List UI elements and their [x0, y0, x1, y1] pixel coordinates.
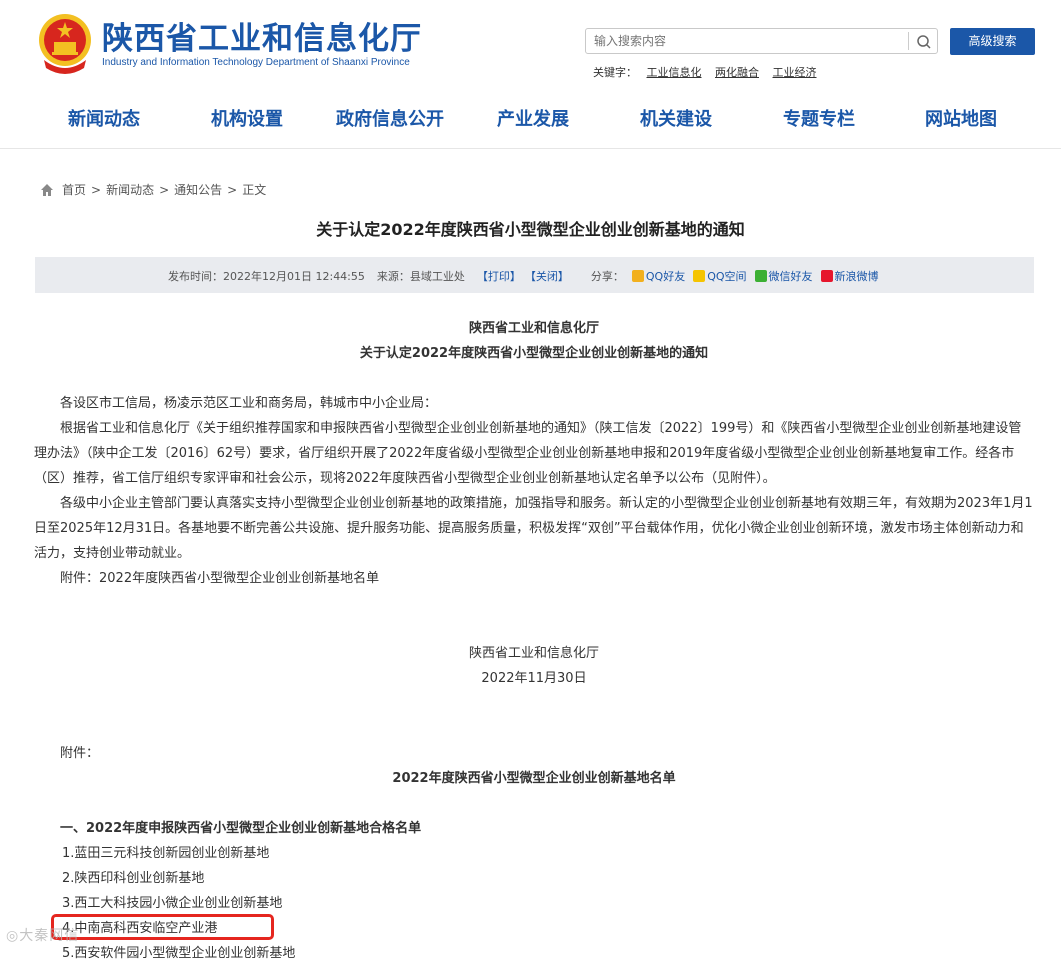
keywords-row: 关键字： 工业信息化 两化融合 工业经济 [593, 64, 827, 80]
breadcrumb-separator: > [159, 182, 170, 197]
highlight-annotation [51, 914, 274, 940]
nav-item-gov-info[interactable]: 政府信息公开 [336, 105, 444, 131]
close-link[interactable]: 【关闭】 [525, 268, 569, 284]
site-title[interactable]: 陕西省工业和信息化厅 [102, 13, 422, 58]
print-link[interactable]: 【打印】 [477, 268, 521, 284]
search-icon[interactable] [916, 34, 932, 50]
article-meta-bar: 发布时间： 2022年12月01日 12:44:55 来源： 县域工业处 【打印… [35, 257, 1034, 293]
breadcrumb-notices[interactable]: 通知公告 [174, 181, 222, 198]
advanced-search-button[interactable]: 高级搜索 [950, 28, 1035, 55]
breadcrumb-separator: > [91, 182, 102, 197]
breadcrumb: 首页 > 新闻动态 > 通知公告 > 正文 [40, 181, 266, 198]
source-value: 县域工业处 [409, 270, 465, 283]
keyword-link[interactable]: 工业经济 [773, 66, 817, 79]
wechat-icon [754, 270, 767, 282]
site-header: 陕西省工业和信息化厅 Industry and Information Tech… [0, 0, 1061, 149]
source-label: 来源： [376, 270, 410, 283]
nav-item-party-building[interactable]: 机关建设 [640, 105, 712, 131]
share-qzone[interactable]: QQ空间 [693, 268, 747, 284]
keywords-label: 关键字： [593, 66, 637, 79]
watermark: ◎大秦网信 [6, 928, 80, 944]
keyword-link[interactable]: 工业信息化 [647, 66, 702, 79]
share-qzone-label: QQ空间 [707, 270, 747, 283]
breadcrumb-home[interactable]: 首页 [62, 181, 86, 198]
section1-title: 一、2022年度申报陕西省小型微型企业创业创新基地合格名单 [60, 821, 422, 836]
nav-item-organization[interactable]: 机构设置 [211, 105, 283, 131]
body-salutation: 各设区市工信局，杨凌示范区工业和商务局，韩城市中小企业局： [60, 396, 438, 411]
breadcrumb-news[interactable]: 新闻动态 [106, 181, 154, 198]
main-nav: 新闻动态 机构设置 政府信息公开 产业发展 机关建设 专题专栏 网站地图 [34, 105, 1034, 137]
breadcrumb-separator: > [227, 182, 238, 197]
signature-org: 陕西省工业和信息化厅 [468, 646, 599, 661]
article-body: 陕西省工业和信息化厅 关于认定2022年度陕西省小型微型企业创业创新基地的通知 … [34, 316, 1034, 966]
publish-label: 发布时间： [168, 270, 223, 283]
share-weibo[interactable]: 新浪微博 [820, 268, 879, 284]
body-attachment-line: 附件：2022年度陕西省小型微型企业创业创新基地名单 [60, 571, 380, 586]
publish-time: 2022年12月01日 12:44:55 [223, 270, 365, 283]
article-title: 关于认定2022年度陕西省小型微型企业创业创新基地的通知 [316, 220, 745, 239]
share-label: 分享： [590, 270, 624, 283]
search-input[interactable] [594, 32, 894, 50]
list-item: 3.西工大科技园小微企业创业创新基地 [62, 896, 283, 911]
qzone-icon [693, 270, 706, 282]
nav-item-sitemap[interactable]: 网站地图 [925, 105, 997, 131]
nav-item-news[interactable]: 新闻动态 [68, 105, 140, 131]
list-title: 2022年度陕西省小型微型企业创业创新基地名单 [392, 771, 676, 786]
list-item: 2.陕西印科创业创新基地 [62, 871, 205, 886]
keyword-link[interactable]: 两化融合 [715, 66, 759, 79]
home-icon [41, 183, 53, 196]
share-qq-friend-label: QQ好友 [645, 270, 686, 283]
nav-item-industry[interactable]: 产业发展 [497, 105, 569, 131]
search-box [585, 28, 938, 54]
body-paragraph-1: 根据省工业和信息化厅《关于组织推荐国家和申报陕西省小型微型企业创业创新基地的通知… [34, 421, 1022, 486]
article-meta: 发布时间： 2022年12月01日 12:44:55 来源： 县域工业处 【打印… [168, 268, 879, 284]
body-paragraph-2: 各级中小企业主管部门要认真落实支持小型微型企业创业创新基地的政策措施，加强指导和… [34, 496, 1033, 561]
body-org: 陕西省工业和信息化厅 [468, 321, 599, 336]
site-subtitle: Industry and Information Technology Depa… [102, 57, 410, 68]
signature-date: 2022年11月30日 [481, 671, 587, 686]
qq-icon [631, 270, 644, 282]
search-divider [908, 32, 909, 50]
list-item: 5.西安软件园小型微型企业创业创新基地 [62, 946, 296, 961]
breadcrumb-current: 正文 [242, 183, 267, 197]
nav-item-topics[interactable]: 专题专栏 [783, 105, 855, 131]
share-weibo-label: 新浪微博 [834, 270, 879, 283]
share-wechat-label: 微信好友 [768, 270, 813, 283]
share-qq-friend[interactable]: QQ好友 [631, 268, 686, 284]
body-subtitle: 关于认定2022年度陕西省小型微型企业创业创新基地的通知 [359, 346, 709, 361]
share-wechat[interactable]: 微信好友 [754, 268, 813, 284]
national-emblem-icon [39, 14, 91, 74]
list-item: 1.蓝田三元科技创新园创业创新基地 [62, 846, 270, 861]
attachment-label: 附件： [60, 746, 100, 761]
weibo-icon [820, 270, 833, 282]
